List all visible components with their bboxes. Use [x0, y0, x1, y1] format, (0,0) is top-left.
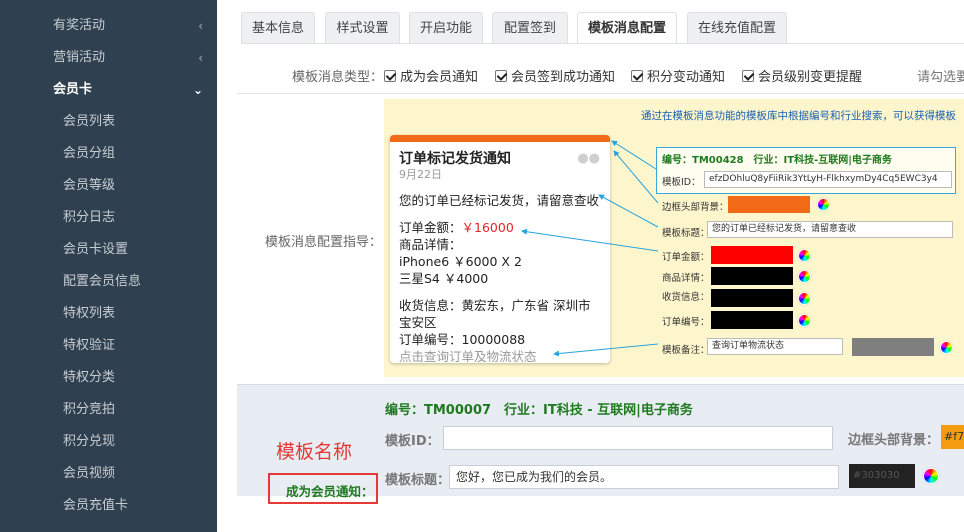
border-bg-color-input[interactable]: #f7 [941, 425, 964, 449]
sidebar-subitem-label: 积分兑现 [63, 434, 116, 449]
tab-online-recharge[interactable]: 在线充值配置 [687, 12, 787, 43]
guide-arrows [521, 140, 659, 357]
sidebar-item-label: 营销活动 [53, 50, 106, 65]
chevron-left-icon: ‹ [198, 51, 203, 65]
template-title-input[interactable]: 您好，您已成为我们的会员。 [449, 465, 839, 489]
select-hint: 请勾选要 [917, 70, 964, 85]
sidebar-item-member-card[interactable]: 会员卡 ⌄ [0, 74, 217, 106]
checkbox-label: 会员级别变更提醒 [758, 70, 863, 85]
checkbox-checked-icon [631, 70, 643, 82]
sidebar-subitem-member-video[interactable]: 会员视频 [0, 458, 217, 490]
sidebar-subitem-label: 配置会员信息 [63, 274, 142, 289]
tab-enable-features[interactable]: 开启功能 [409, 12, 483, 43]
guide-arrow [598, 194, 659, 228]
tab-template-message[interactable]: 模板消息配置 [577, 12, 677, 44]
section-divider [237, 93, 964, 94]
sidebar-subitem-points-redeem[interactable]: 积分兑现 [0, 426, 217, 458]
sidebar-subitem-label: 会员卡设置 [63, 242, 129, 257]
sidebar-subitem-privilege-verify[interactable]: 特权验证 [0, 330, 217, 362]
template-id-input[interactable] [443, 426, 833, 450]
checkbox-checkin-success[interactable]: 会员签到成功通知 [495, 66, 615, 85]
sidebar-subitem-points-log[interactable]: 积分日志 [0, 202, 217, 234]
sidebar-subitem-label: 会员等级 [63, 178, 116, 193]
sidebar-item-label: 会员卡 [53, 82, 93, 97]
guide-arrow [613, 150, 659, 204]
sidebar-subitem-label: 会员列表 [63, 114, 116, 129]
sidebar-subitem-privilege-list[interactable]: 特权列表 [0, 298, 217, 330]
chevron-left-icon: ‹ [198, 19, 203, 33]
border-bg-label: 边框头部背景： [848, 433, 940, 448]
checkbox-label: 积分变动通知 [647, 70, 726, 85]
sidebar-subitem-member-level[interactable]: 会员等级 [0, 170, 217, 202]
guide-arrow [553, 343, 659, 357]
sidebar-subitem-recharge-card[interactable]: 会员充值卡 [0, 490, 217, 522]
color-wheel-icon[interactable] [923, 468, 939, 484]
sidebar: 有奖活动 ‹ 营销活动 ‹ 会员卡 ⌄ 会员列表 会员分组 会员等级 积分日志 … [0, 0, 217, 532]
checkbox-checked-icon [742, 70, 754, 82]
message-types-row: 模板消息类型： 成为会员通知 会员签到成功通知 积分变动通知 会员级别变更提醒 [217, 64, 964, 85]
annotation-template-name: 模板名称 [276, 441, 353, 463]
sidebar-subitem-privilege-category[interactable]: 特权分类 [0, 362, 217, 394]
sidebar-subitem-label: 积分日志 [63, 210, 116, 225]
sidebar-subitem-member-group[interactable]: 会员分组 [0, 138, 217, 170]
template-name-label: 成为会员通知： [286, 484, 374, 499]
tab-basic-info[interactable]: 基本信息 [241, 12, 315, 43]
sidebar-item-marketing-activity[interactable]: 营销活动 ‹ [0, 42, 217, 74]
guide-arrow [611, 140, 657, 170]
chevron-down-icon: ⌄ [192, 83, 203, 97]
sidebar-subitem-label: 积分竞拍 [63, 402, 116, 417]
sidebar-subitem-points-auction[interactable]: 积分竞拍 [0, 394, 217, 426]
template-code: 编号：TM00007 行业：IT科技 - 互联网|电子商务 [385, 403, 693, 418]
sidebar-subitem-member-info[interactable]: 配置会员信息 [0, 266, 217, 298]
main-content: 基本信息 样式设置 开启功能 配置签到 模板消息配置 在线充值配置 模板消息类型… [217, 0, 964, 532]
checkbox-checked-icon [495, 70, 507, 82]
sidebar-subitem-member-list[interactable]: 会员列表 [0, 106, 217, 138]
checkbox-level-change[interactable]: 会员级别变更提醒 [742, 66, 862, 85]
sidebar-item-prize-activity[interactable]: 有奖活动 ‹ [0, 10, 217, 42]
message-types-label: 模板消息类型： [292, 70, 384, 85]
title-color-input[interactable]: #303030 [849, 464, 915, 488]
tab-style-settings[interactable]: 样式设置 [325, 12, 400, 43]
sidebar-subitem-label: 特权验证 [63, 338, 116, 353]
sidebar-item-label: 有奖活动 [53, 18, 106, 33]
checkbox-label: 成为会员通知 [400, 70, 479, 85]
sidebar-subitem-label: 特权列表 [63, 306, 116, 321]
sidebar-subitem-card-settings[interactable]: 会员卡设置 [0, 234, 217, 266]
tab-divider [241, 43, 964, 44]
sidebar-subitem-label: 会员分组 [63, 146, 116, 161]
template-id-label: 模板ID： [385, 434, 440, 449]
sidebar-subitem-label: 特权分类 [63, 370, 116, 385]
guide-label: 模板消息配置指导： [265, 235, 383, 250]
template-title-label: 模板标题： [385, 473, 451, 488]
checkbox-label: 会员签到成功通知 [511, 70, 616, 85]
sidebar-subitem-label: 会员充值卡 [63, 498, 129, 513]
checkbox-points-change[interactable]: 积分变动通知 [631, 66, 725, 85]
tab-checkin-config[interactable]: 配置签到 [492, 12, 568, 43]
checkbox-become-member[interactable]: 成为会员通知 [384, 66, 478, 85]
guide-image: ●● 订单标记发货通知 9月22日 您的订单已经标记发货，请留意查收 订单金额：… [384, 99, 964, 377]
sidebar-subitem-label: 会员视频 [63, 466, 116, 481]
checkbox-checked-icon [384, 70, 396, 82]
tab-bar: 基本信息 样式设置 开启功能 配置签到 模板消息配置 在线充值配置 [241, 12, 964, 44]
guide-arrow [521, 228, 659, 252]
